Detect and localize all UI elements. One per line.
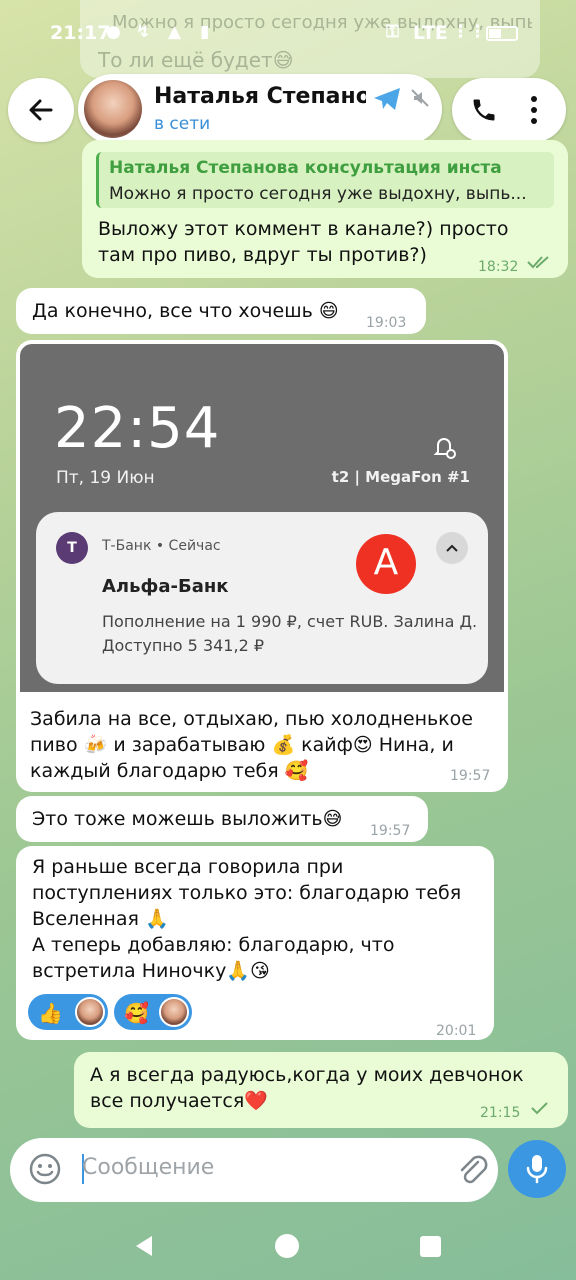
message-time: 18:32 xyxy=(478,259,519,275)
message-text: Забила на все, отдыхаю, пью холодненькое… xyxy=(30,706,473,784)
message-text: Выложу этот коммент в канале?) просто та… xyxy=(98,216,508,268)
paperclip-icon[interactable] xyxy=(456,1152,488,1188)
message-composer: Сообщение xyxy=(10,1138,498,1202)
network-type: LTE xyxy=(413,22,448,44)
message-line: Забила на все, отдыхаю, пью холодненькое xyxy=(30,708,473,730)
attached-image[interactable]: 22:54 Пт, 19 Июн t2 | MegaFon #1 T Т-Бан… xyxy=(18,342,506,694)
message-time: 19:57 xyxy=(370,823,411,839)
message-time: 19:03 xyxy=(366,315,407,331)
message-line: Вселенная 🙏 xyxy=(32,908,169,930)
avatar xyxy=(75,997,105,1027)
battery-icon xyxy=(486,26,518,41)
message-line: встретила Ниночку🙏😘 xyxy=(32,960,270,982)
alfa-bank-logo: А xyxy=(356,534,416,594)
telegram-icon xyxy=(374,88,400,110)
reaction-emoji: 🥰 xyxy=(124,1001,149,1025)
message-line: А я всегда радуюсь,когда у моих девчонок xyxy=(90,1064,524,1086)
chevron-up-icon xyxy=(446,544,458,552)
message-time: 20:01 xyxy=(436,1023,477,1039)
notification-title: Альфа-Банк xyxy=(102,576,229,597)
message-line: Я раньше всегда говорила при xyxy=(32,856,344,878)
reply-text: Можно я просто сегодня уже выдохну, выпь… xyxy=(109,184,527,204)
message-input[interactable]: Сообщение xyxy=(82,1155,214,1180)
emoji-icon[interactable] xyxy=(28,1152,62,1186)
lock-carrier: t2 | MegaFon #1 xyxy=(331,468,470,486)
reaction-emoji: 👍 xyxy=(38,1001,63,1025)
key-icon: ⚿ xyxy=(386,22,399,42)
notification-text: Пополнение на 1 990 ₽, счет RUB. Залина … xyxy=(102,612,478,631)
warning-icon: ▲ xyxy=(168,22,182,42)
microphone-icon xyxy=(526,1155,548,1184)
message-line: пиво 🍻 и зарабатываю 💰 кайф😍 Нина, и xyxy=(30,734,454,756)
signal-icon: ⋮⋮ xyxy=(452,22,486,42)
reaction-thumbs-up[interactable]: 👍 xyxy=(28,994,108,1030)
collapse-button xyxy=(436,532,468,564)
missed-call-icon: ↯ xyxy=(136,22,151,42)
contact-name: Наталья Степанова xyxy=(154,84,366,109)
muted-icon xyxy=(411,89,429,107)
chat-bubble-icon: ● xyxy=(106,22,121,42)
reply-author: Наталья Степанова консультация инста xyxy=(109,158,502,178)
notification-text: Доступно 5 341,2 ₽ xyxy=(102,636,265,655)
voice-message-button[interactable] xyxy=(508,1140,566,1198)
bell-settings-icon xyxy=(433,438,456,459)
message-line: поступлениях только это: благодарю тебя xyxy=(32,882,462,904)
message-bubble-incoming[interactable]: Я раньше всегда говорила при поступления… xyxy=(16,846,494,1040)
message-bubble-incoming[interactable]: Да конечно, все что хочешь 😄 19:03 xyxy=(16,288,426,334)
battery-saver-icon: ▮ xyxy=(200,22,210,42)
more-vertical-icon[interactable] xyxy=(528,94,540,126)
message-bubble-outgoing[interactable]: А я всегда радуюсь,когда у моих девчонок… xyxy=(74,1052,568,1128)
message-bubble-incoming[interactable]: Это тоже можешь выложить😅 19:57 xyxy=(16,796,428,842)
message-time: 19:57 xyxy=(450,768,491,784)
message-line: А теперь добавляю: благодарю, что xyxy=(32,934,395,956)
system-nav-bar xyxy=(0,1212,576,1280)
message-line: каждый благодарю тебя 🥰 xyxy=(30,760,309,782)
avatar xyxy=(159,997,189,1027)
status-time: 21:17 xyxy=(50,22,111,44)
message-line: все получается❤️ xyxy=(90,1090,268,1112)
message-bubble-outgoing[interactable]: Наталья Степанова консультация инста Мож… xyxy=(82,140,568,278)
back-button[interactable] xyxy=(8,78,74,142)
message-line: Выложу этот коммент в канале?) просто xyxy=(98,218,509,240)
message-text: А я всегда радуюсь,когда у моих девчонок… xyxy=(90,1062,524,1114)
reaction-smiling-hearts[interactable]: 🥰 xyxy=(114,994,192,1030)
message-time: 21:15 xyxy=(480,1105,521,1121)
phone-icon[interactable] xyxy=(470,96,498,124)
lock-time: 22:54 xyxy=(54,396,221,461)
message-line: там про пиво, вдруг ты против?) xyxy=(98,244,427,266)
reply-quote[interactable]: Наталья Степанова консультация инста Мож… xyxy=(96,152,554,208)
avatar[interactable] xyxy=(84,80,142,138)
nav-home-icon[interactable] xyxy=(275,1234,299,1258)
lock-date: Пт, 19 Июн xyxy=(56,468,155,488)
contact-status: в сети xyxy=(154,114,211,134)
check-icon xyxy=(531,1102,548,1115)
arrow-left-icon xyxy=(29,99,53,121)
header-actions xyxy=(452,78,566,142)
chat-header[interactable]: Наталья Степанова в сети xyxy=(78,74,442,144)
tbank-icon: T xyxy=(56,532,88,564)
notification-card: T Т-Банк • Сейчас Альфа-Банк Пополнение … xyxy=(36,512,488,684)
message-text: Да конечно, все что хочешь 😄 xyxy=(32,300,339,322)
double-check-icon xyxy=(527,256,549,269)
previous-message-line: То ли ещё будет😅 xyxy=(98,48,294,72)
nav-back-icon[interactable] xyxy=(132,1234,156,1258)
notification-app: Т-Банк • Сейчас xyxy=(102,538,221,554)
message-text: Это тоже можешь выложить😅 xyxy=(32,808,343,830)
nav-recents-icon[interactable] xyxy=(420,1236,441,1257)
message-text: Я раньше всегда говорила при поступления… xyxy=(32,854,461,984)
status-bar: 21:17 ● ↯ ▲ ▮ ⚿ LTE ⋮⋮ xyxy=(0,22,576,50)
